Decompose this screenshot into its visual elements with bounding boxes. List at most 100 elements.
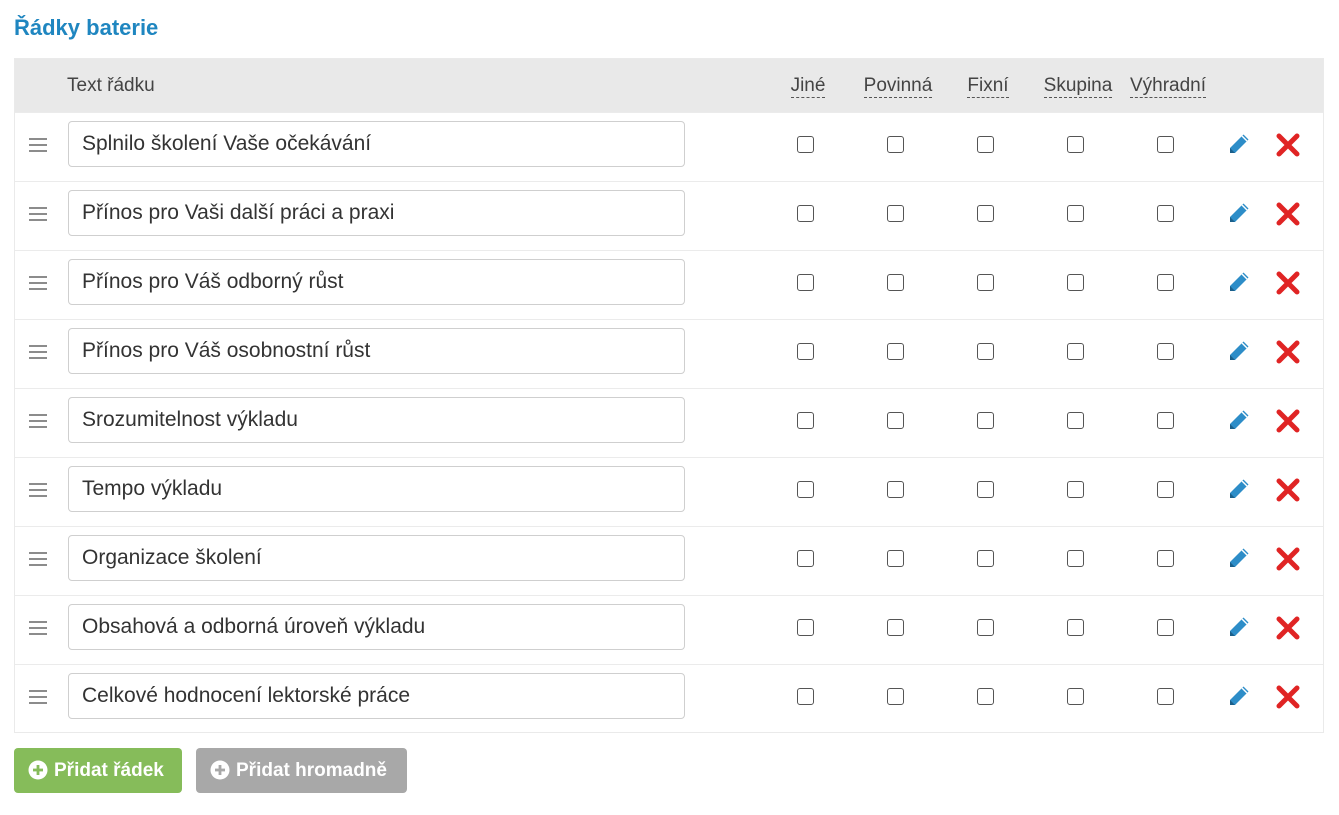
header-col-jine[interactable]: Jiné (763, 75, 853, 98)
checkbox-vyhradni[interactable] (1157, 688, 1174, 705)
checkbox-fixni[interactable] (977, 412, 994, 429)
header-col-vyhradni[interactable]: Výhradní (1123, 75, 1213, 98)
row-text-input[interactable] (68, 121, 685, 167)
checkbox-skupina[interactable] (1067, 481, 1084, 498)
checkbox-vyhradni[interactable] (1157, 343, 1174, 360)
table-row (15, 664, 1323, 733)
plus-circle-icon (28, 760, 48, 780)
pencil-icon[interactable] (1227, 546, 1251, 570)
checkbox-skupina[interactable] (1067, 619, 1084, 636)
checkbox-vyhradni[interactable] (1157, 619, 1174, 636)
drag-handle-icon[interactable] (29, 552, 47, 566)
close-icon[interactable] (1275, 201, 1301, 227)
table-row (15, 526, 1323, 595)
drag-handle-icon[interactable] (29, 483, 47, 497)
add-row-label: Přidat řádek (54, 759, 164, 781)
row-text-input[interactable] (68, 604, 685, 650)
checkbox-jine[interactable] (797, 619, 814, 636)
checkbox-skupina[interactable] (1067, 343, 1084, 360)
pencil-icon[interactable] (1227, 339, 1251, 363)
checkbox-povinna[interactable] (887, 343, 904, 360)
checkbox-fixni[interactable] (977, 550, 994, 567)
checkbox-jine[interactable] (797, 274, 814, 291)
checkbox-povinna[interactable] (887, 136, 904, 153)
row-text-input[interactable] (68, 190, 685, 236)
row-text-input[interactable] (68, 535, 685, 581)
drag-handle-icon[interactable] (29, 345, 47, 359)
checkbox-skupina[interactable] (1067, 550, 1084, 567)
checkbox-vyhradni[interactable] (1157, 550, 1174, 567)
checkbox-povinna[interactable] (887, 274, 904, 291)
close-icon[interactable] (1275, 684, 1301, 710)
close-icon[interactable] (1275, 270, 1301, 296)
checkbox-vyhradni[interactable] (1157, 412, 1174, 429)
checkbox-povinna[interactable] (887, 481, 904, 498)
table-row (15, 181, 1323, 250)
plus-circle-icon (210, 760, 230, 780)
close-icon[interactable] (1275, 615, 1301, 641)
table-row (15, 250, 1323, 319)
close-icon[interactable] (1275, 408, 1301, 434)
table-row (15, 457, 1323, 526)
pencil-icon[interactable] (1227, 132, 1251, 156)
checkbox-skupina[interactable] (1067, 412, 1084, 429)
checkbox-jine[interactable] (797, 343, 814, 360)
checkbox-jine[interactable] (797, 688, 814, 705)
checkbox-jine[interactable] (797, 412, 814, 429)
row-text-input[interactable] (68, 259, 685, 305)
checkbox-povinna[interactable] (887, 412, 904, 429)
checkbox-vyhradni[interactable] (1157, 481, 1174, 498)
checkbox-fixni[interactable] (977, 205, 994, 222)
checkbox-jine[interactable] (797, 136, 814, 153)
table-row (15, 595, 1323, 664)
row-text-input[interactable] (68, 397, 685, 443)
checkbox-povinna[interactable] (887, 550, 904, 567)
pencil-icon[interactable] (1227, 615, 1251, 639)
checkbox-povinna[interactable] (887, 688, 904, 705)
table-row (15, 388, 1323, 457)
checkbox-jine[interactable] (797, 481, 814, 498)
row-text-input[interactable] (68, 466, 685, 512)
checkbox-fixni[interactable] (977, 343, 994, 360)
row-text-input[interactable] (68, 673, 685, 719)
table-row (15, 112, 1323, 181)
checkbox-jine[interactable] (797, 205, 814, 222)
checkbox-skupina[interactable] (1067, 205, 1084, 222)
add-bulk-button[interactable]: Přidat hromadně (196, 748, 407, 793)
pencil-icon[interactable] (1227, 477, 1251, 501)
drag-handle-icon[interactable] (29, 138, 47, 152)
drag-handle-icon[interactable] (29, 621, 47, 635)
pencil-icon[interactable] (1227, 684, 1251, 708)
checkbox-povinna[interactable] (887, 619, 904, 636)
checkbox-vyhradni[interactable] (1157, 274, 1174, 291)
checkbox-skupina[interactable] (1067, 136, 1084, 153)
checkbox-povinna[interactable] (887, 205, 904, 222)
drag-handle-icon[interactable] (29, 207, 47, 221)
checkbox-fixni[interactable] (977, 688, 994, 705)
header-col-skupina[interactable]: Skupina (1033, 75, 1123, 98)
close-icon[interactable] (1275, 546, 1301, 572)
checkbox-jine[interactable] (797, 550, 814, 567)
checkbox-vyhradni[interactable] (1157, 136, 1174, 153)
pencil-icon[interactable] (1227, 408, 1251, 432)
checkbox-skupina[interactable] (1067, 688, 1084, 705)
close-icon[interactable] (1275, 477, 1301, 503)
close-icon[interactable] (1275, 132, 1301, 158)
drag-handle-icon[interactable] (29, 690, 47, 704)
checkbox-fixni[interactable] (977, 136, 994, 153)
add-row-button[interactable]: Přidat řádek (14, 748, 182, 793)
drag-handle-icon[interactable] (29, 276, 47, 290)
drag-handle-icon[interactable] (29, 414, 47, 428)
pencil-icon[interactable] (1227, 270, 1251, 294)
header-col-fixni[interactable]: Fixní (943, 75, 1033, 98)
header-text-column: Text řádku (67, 75, 155, 96)
pencil-icon[interactable] (1227, 201, 1251, 225)
header-col-povinna[interactable]: Povinná (853, 75, 943, 98)
checkbox-skupina[interactable] (1067, 274, 1084, 291)
close-icon[interactable] (1275, 339, 1301, 365)
checkbox-fixni[interactable] (977, 274, 994, 291)
checkbox-fixni[interactable] (977, 481, 994, 498)
checkbox-vyhradni[interactable] (1157, 205, 1174, 222)
checkbox-fixni[interactable] (977, 619, 994, 636)
row-text-input[interactable] (68, 328, 685, 374)
